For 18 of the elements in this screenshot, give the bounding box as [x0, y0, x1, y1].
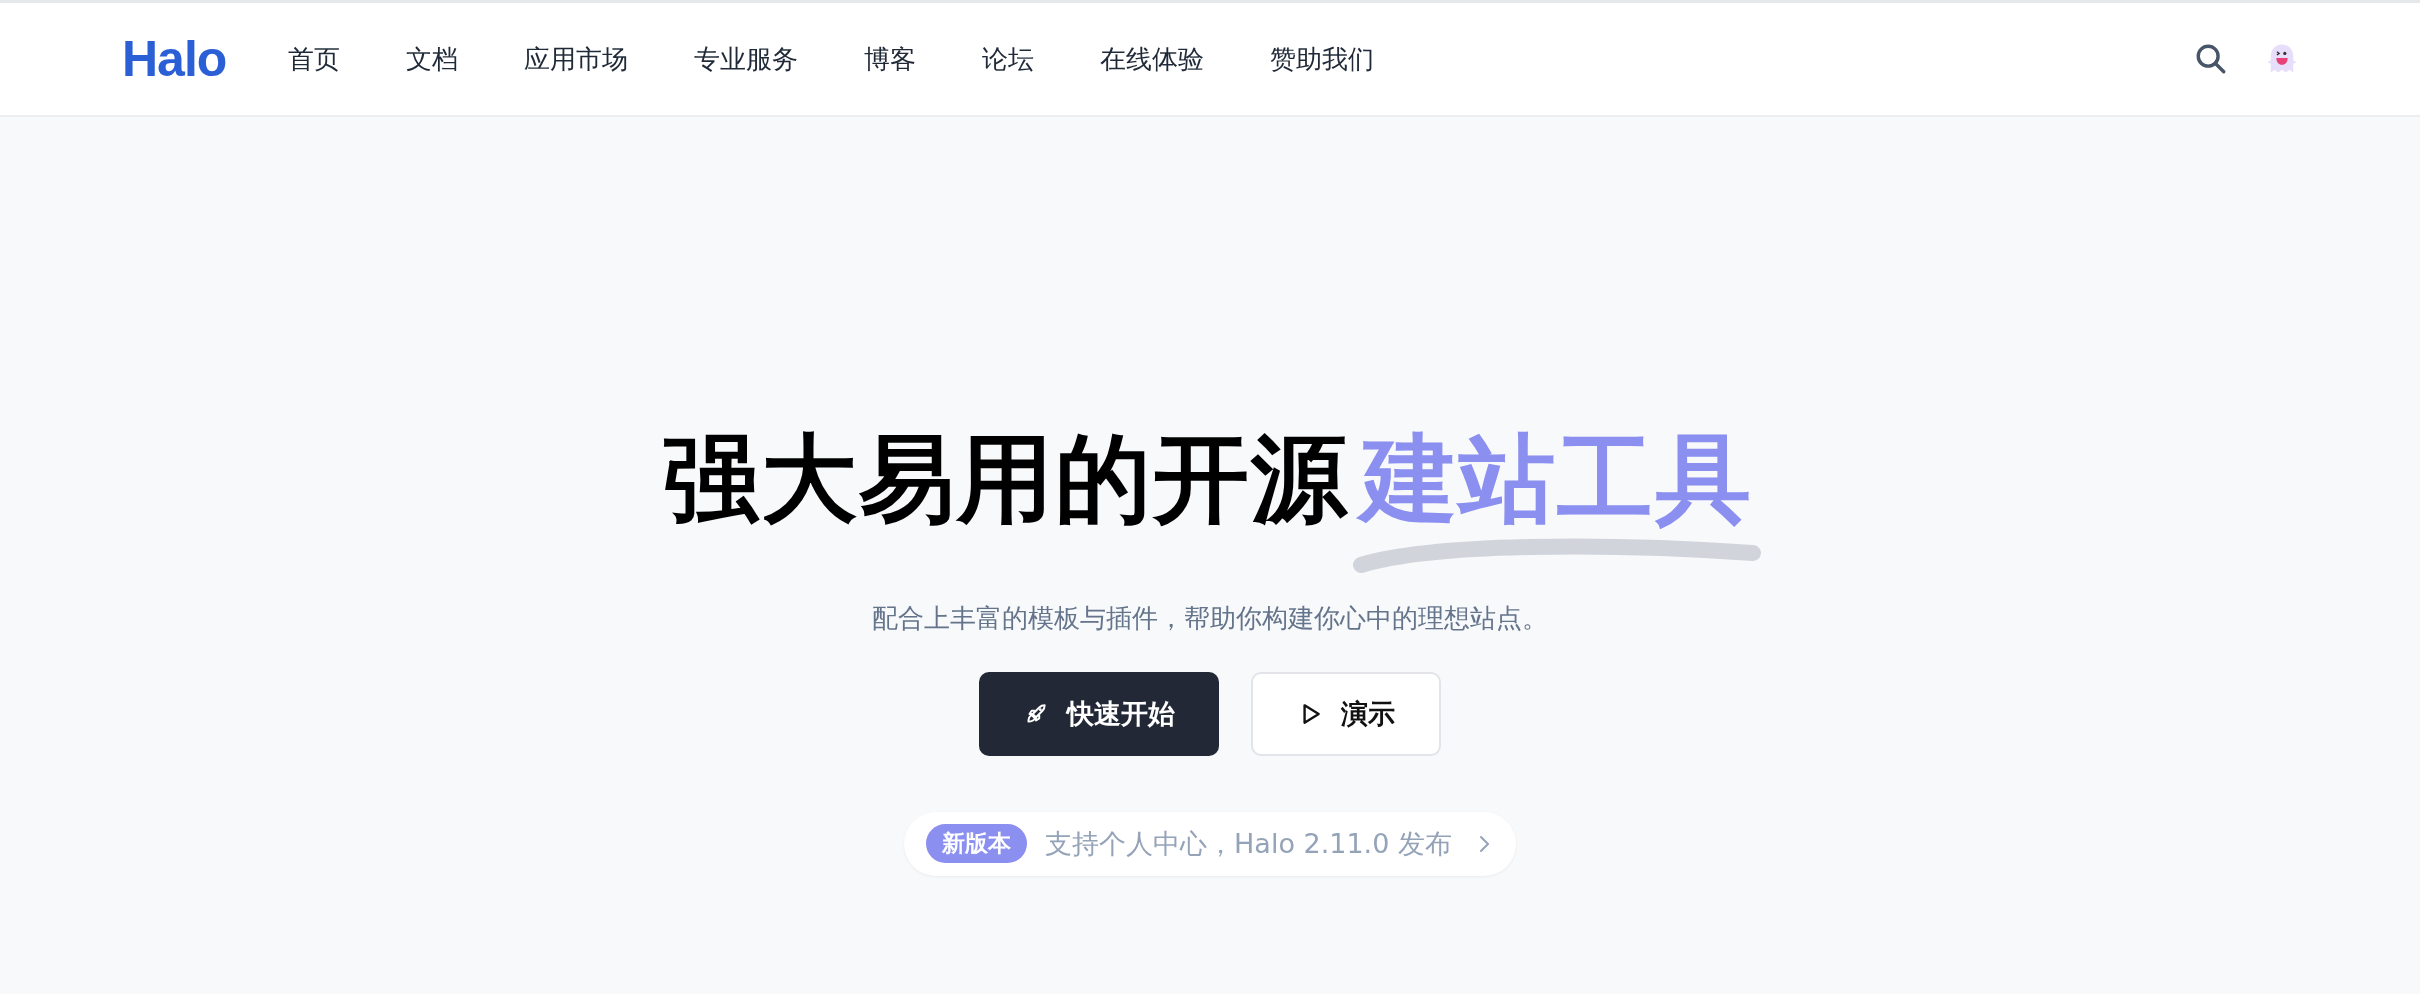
- new-version-badge: 新版本: [926, 824, 1028, 864]
- hero-title-highlight: 建站工具: [1357, 423, 1757, 535]
- nav-link[interactable]: 赞助我们: [1270, 41, 1375, 77]
- nav-link[interactable]: 首页: [288, 41, 341, 77]
- nav-link[interactable]: 应用市场: [524, 41, 629, 77]
- nav-link[interactable]: 文档: [406, 41, 459, 77]
- nav-link[interactable]: 论坛: [982, 41, 1035, 77]
- nav-link[interactable]: 博客: [864, 41, 917, 77]
- hero-subtitle: 配合上丰富的模板与插件，帮助你构建你心中的理想站点。: [872, 601, 1548, 635]
- search-icon[interactable]: [2194, 42, 2228, 76]
- quick-start-button[interactable]: 快速开始: [979, 671, 1219, 756]
- demo-button[interactable]: 演示: [1251, 671, 1441, 756]
- announcement-text: 支持个人中心，Halo 2.11.0 发布: [1045, 826, 1452, 861]
- logo[interactable]: Halo: [122, 30, 227, 88]
- nav-link[interactable]: 专业服务: [694, 41, 799, 77]
- hero-title: 强大易用的开源: [662, 422, 1350, 537]
- chevron-right-icon: [1477, 833, 1490, 854]
- nav-link[interactable]: 在线体验: [1100, 41, 1205, 77]
